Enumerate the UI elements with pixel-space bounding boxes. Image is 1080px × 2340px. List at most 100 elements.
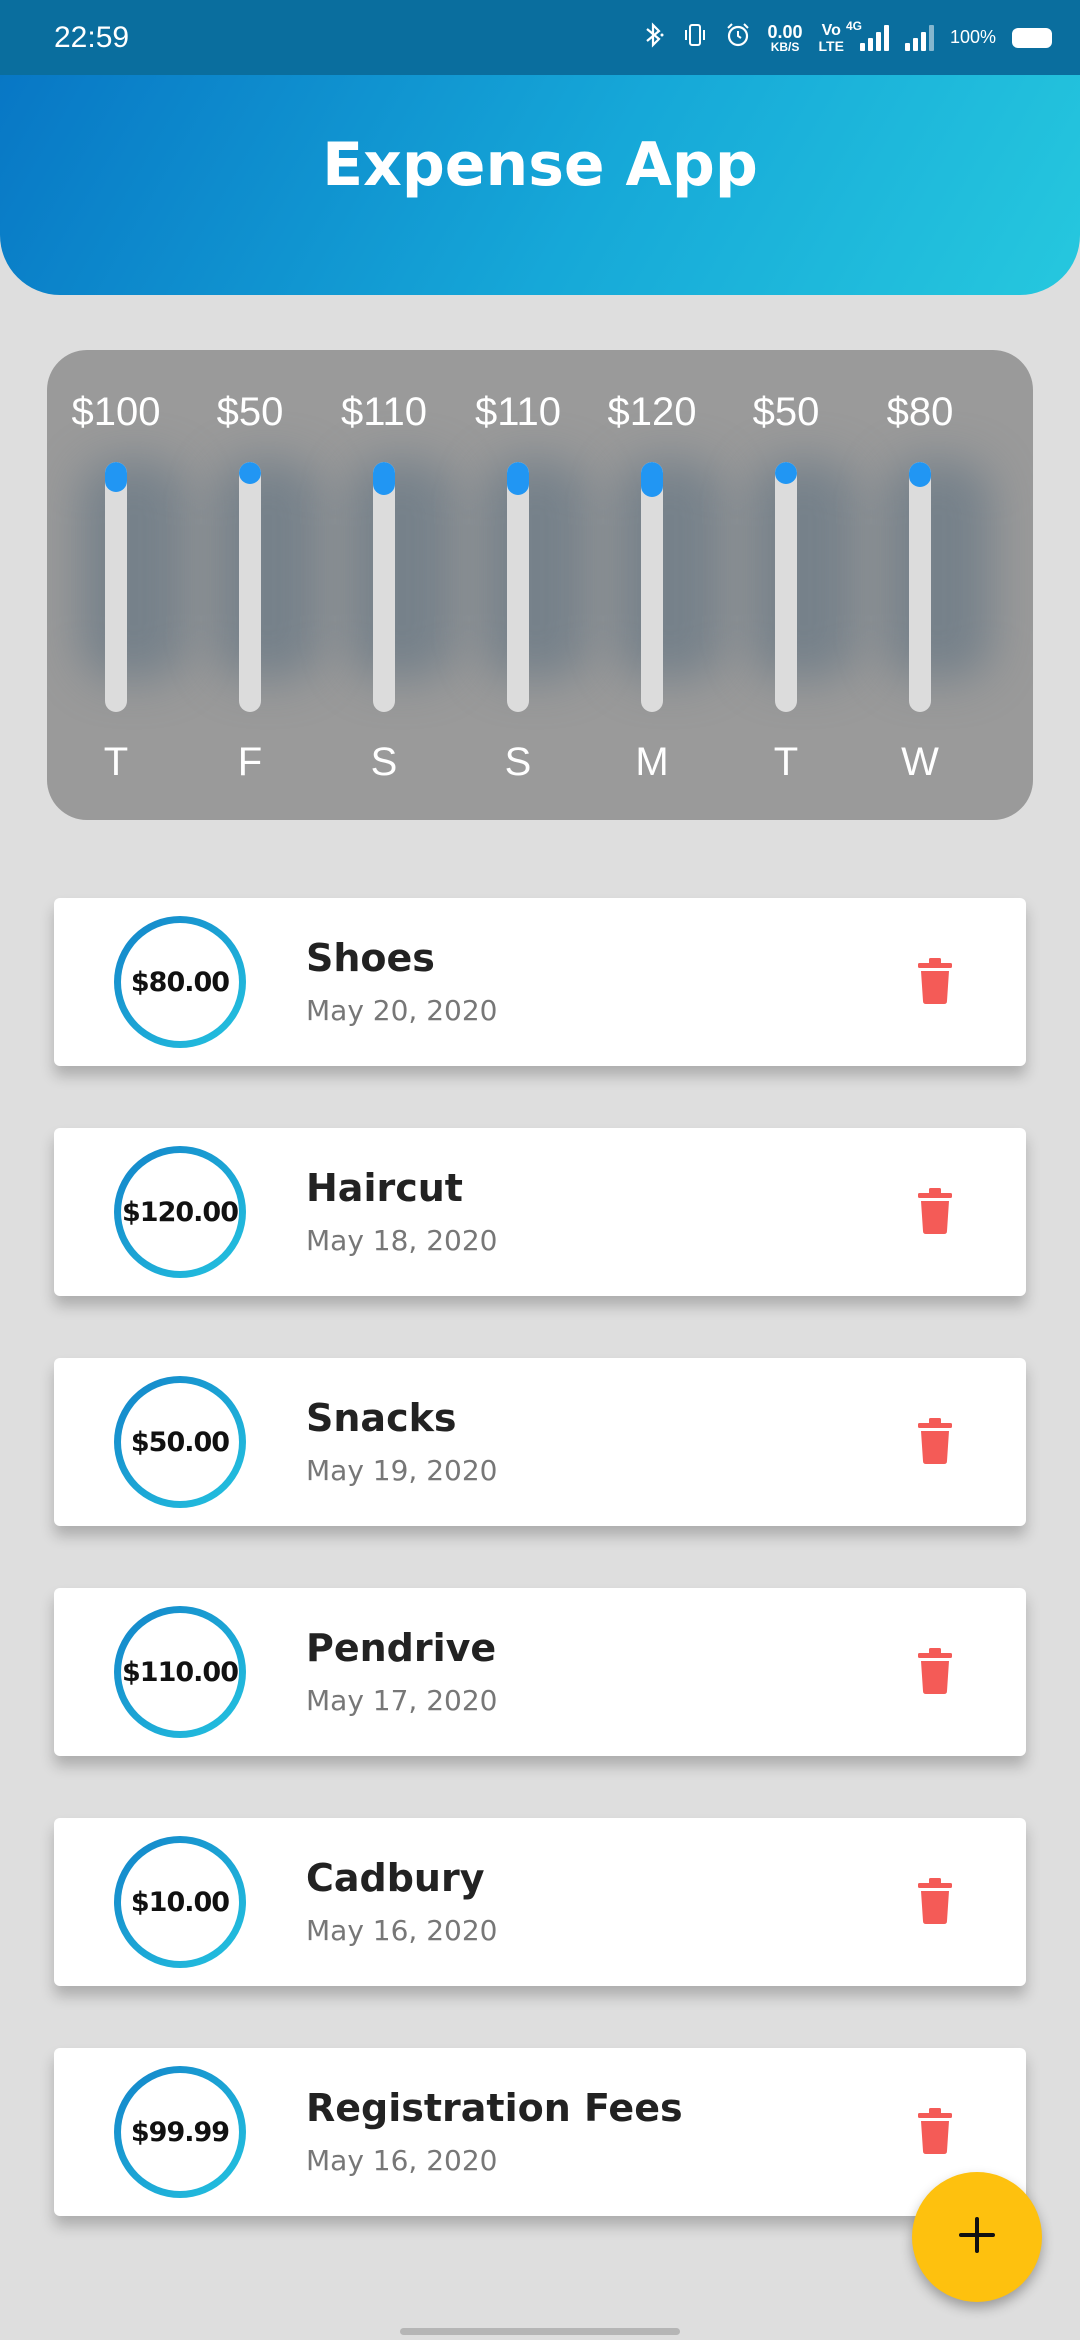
expense-item[interactable]: $10.00 Cadbury May 16, 2020 [54, 1818, 1026, 1986]
chart-bar-shadow [79, 460, 189, 680]
battery-icon [1012, 27, 1052, 48]
trash-icon [918, 1648, 952, 1698]
battery-percent: 100% [949, 27, 996, 47]
chart-bar-track [507, 462, 529, 712]
trash-icon [918, 1878, 952, 1928]
add-expense-button[interactable] [912, 2172, 1042, 2302]
chart-bar-fill [641, 462, 663, 497]
expense-amount-badge: $10.00 [114, 1836, 246, 1968]
chart-bar-fill [507, 462, 529, 495]
expense-amount-badge: $99.99 [114, 2066, 246, 2198]
trash-icon [918, 2108, 952, 2158]
chart-bar-day: S [370, 740, 398, 784]
signal-icon-2 [904, 24, 934, 51]
chart-bar-amount: $50 [752, 390, 820, 434]
expense-date: May 16, 2020 [306, 2144, 498, 2177]
expense-date: May 20, 2020 [306, 994, 498, 1027]
expense-amount: $80.00 [121, 923, 239, 1041]
chart-bar-track [775, 462, 797, 712]
chart-bar-fill [909, 462, 931, 487]
expense-title: Cadbury [306, 1856, 485, 1900]
chart-bar-track [105, 462, 127, 712]
status-time: 22:59 [54, 20, 130, 54]
expense-item[interactable]: $80.00 Shoes May 20, 2020 [54, 898, 1026, 1066]
bluetooth-icon [642, 21, 666, 54]
expense-item[interactable]: $50.00 Snacks May 19, 2020 [54, 1358, 1026, 1526]
expense-amount: $50.00 [121, 1383, 239, 1501]
chart-bar-track [239, 462, 261, 712]
expense-title: Haircut [306, 1166, 463, 1210]
chart-bar-day: T [103, 740, 129, 784]
volte-top: Vo [821, 21, 841, 39]
delete-expense-button[interactable] [908, 954, 962, 1012]
expense-amount: $99.99 [121, 2073, 239, 2191]
vibrate-icon [682, 21, 708, 54]
chart-bar-shadow [481, 460, 591, 680]
chart-bar-fill [239, 462, 261, 484]
expense-amount-badge: $80.00 [114, 916, 246, 1048]
delete-expense-button[interactable] [908, 1184, 962, 1242]
chart-bar-amount: $110 [340, 390, 427, 434]
chart-bar-2: $110 S [317, 350, 457, 820]
expense-date: May 18, 2020 [306, 1224, 498, 1257]
weekly-spending-chart: $100 T $50 F $110 S $110 S $120 M $50 T $80 W [47, 350, 1033, 820]
chart-bar-day: S [504, 740, 532, 784]
expense-title: Snacks [306, 1396, 457, 1440]
page-title: Expense App [322, 130, 758, 200]
volte-indicator: Vo LTE [818, 21, 844, 54]
app-header: Expense App [0, 75, 1080, 295]
signal-icon: 4G [846, 19, 889, 51]
status-icons: 0.00 KB/S Vo LTE 4G 100% [642, 19, 1052, 54]
delete-expense-button[interactable] [908, 2104, 962, 2162]
expense-title: Pendrive [306, 1626, 497, 1670]
chart-bar-shadow [749, 460, 859, 680]
trash-icon [918, 958, 952, 1008]
chart-bar-fill [775, 462, 797, 484]
expense-item[interactable]: $99.99 Registration Fees May 16, 2020 [54, 2048, 1026, 2216]
chart-bar-shadow [347, 460, 457, 680]
expense-item[interactable]: $110.00 Pendrive May 17, 2020 [54, 1588, 1026, 1756]
trash-icon [918, 1188, 952, 1238]
delete-expense-button[interactable] [908, 1644, 962, 1702]
chart-bar-day: F [237, 740, 263, 784]
chart-bar-amount: $80 [886, 390, 954, 434]
expense-date: May 17, 2020 [306, 1684, 498, 1717]
expense-title: Registration Fees [306, 2086, 683, 2130]
chart-bar-4: $120 M [585, 350, 725, 820]
chart-bar-track [373, 462, 395, 712]
chart-bar-day: T [773, 740, 799, 784]
chart-bar-day: M [635, 740, 669, 784]
chart-bar-0: $100 T [49, 350, 189, 820]
chart-bar-5: $50 T [719, 350, 859, 820]
network-type: 4G [845, 18, 862, 33]
status-bar: 22:59 0.00 KB/S Vo LTE 4G 100% [0, 0, 1080, 75]
expense-amount: $110.00 [121, 1613, 239, 1731]
expense-amount-badge: $120.00 [114, 1146, 246, 1278]
plus-icon [955, 2213, 999, 2261]
chart-bar-shadow [213, 460, 323, 680]
chart-bar-track [641, 462, 663, 712]
chart-bar-amount: $110 [474, 390, 561, 434]
network-speed-unit: KB/S [770, 39, 800, 54]
delete-expense-button[interactable] [908, 1874, 962, 1932]
delete-expense-button[interactable] [908, 1414, 962, 1472]
chart-bar-1: $50 F [183, 350, 323, 820]
trash-icon [918, 1418, 952, 1468]
network-speed-value: 0.00 [767, 21, 803, 42]
chart-bar-amount: $120 [607, 390, 697, 434]
chart-bar-amount: $100 [71, 390, 161, 434]
network-speed: 0.00 KB/S [768, 23, 803, 53]
chart-bar-shadow [883, 460, 993, 680]
chart-bar-day: W [901, 740, 939, 784]
chart-bar-fill [105, 462, 127, 492]
navigation-handle[interactable] [400, 2328, 680, 2335]
expense-amount-badge: $50.00 [114, 1376, 246, 1508]
chart-bar-amount: $50 [216, 390, 284, 434]
expense-amount-badge: $110.00 [114, 1606, 246, 1738]
expense-amount: $120.00 [121, 1153, 239, 1271]
chart-bar-3: $110 S [451, 350, 591, 820]
chart-bar-shadow [615, 460, 725, 680]
chart-bar-track [909, 462, 931, 712]
volte-bottom: LTE [818, 37, 844, 54]
expense-item[interactable]: $120.00 Haircut May 18, 2020 [54, 1128, 1026, 1296]
